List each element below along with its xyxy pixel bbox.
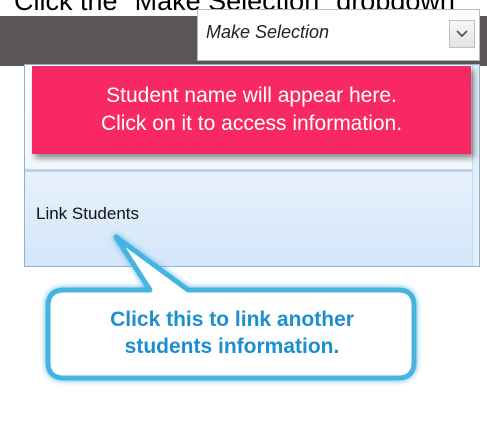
- callout-line-1: Click this to link another: [110, 308, 354, 331]
- callout-line-2: students information.: [124, 335, 340, 358]
- callout-text: Click this to link another students info…: [52, 306, 412, 360]
- tutorial-screenshot: Click the "Make Selection" dropdown Make…: [0, 0, 487, 440]
- callout-bubble: [45, 234, 417, 381]
